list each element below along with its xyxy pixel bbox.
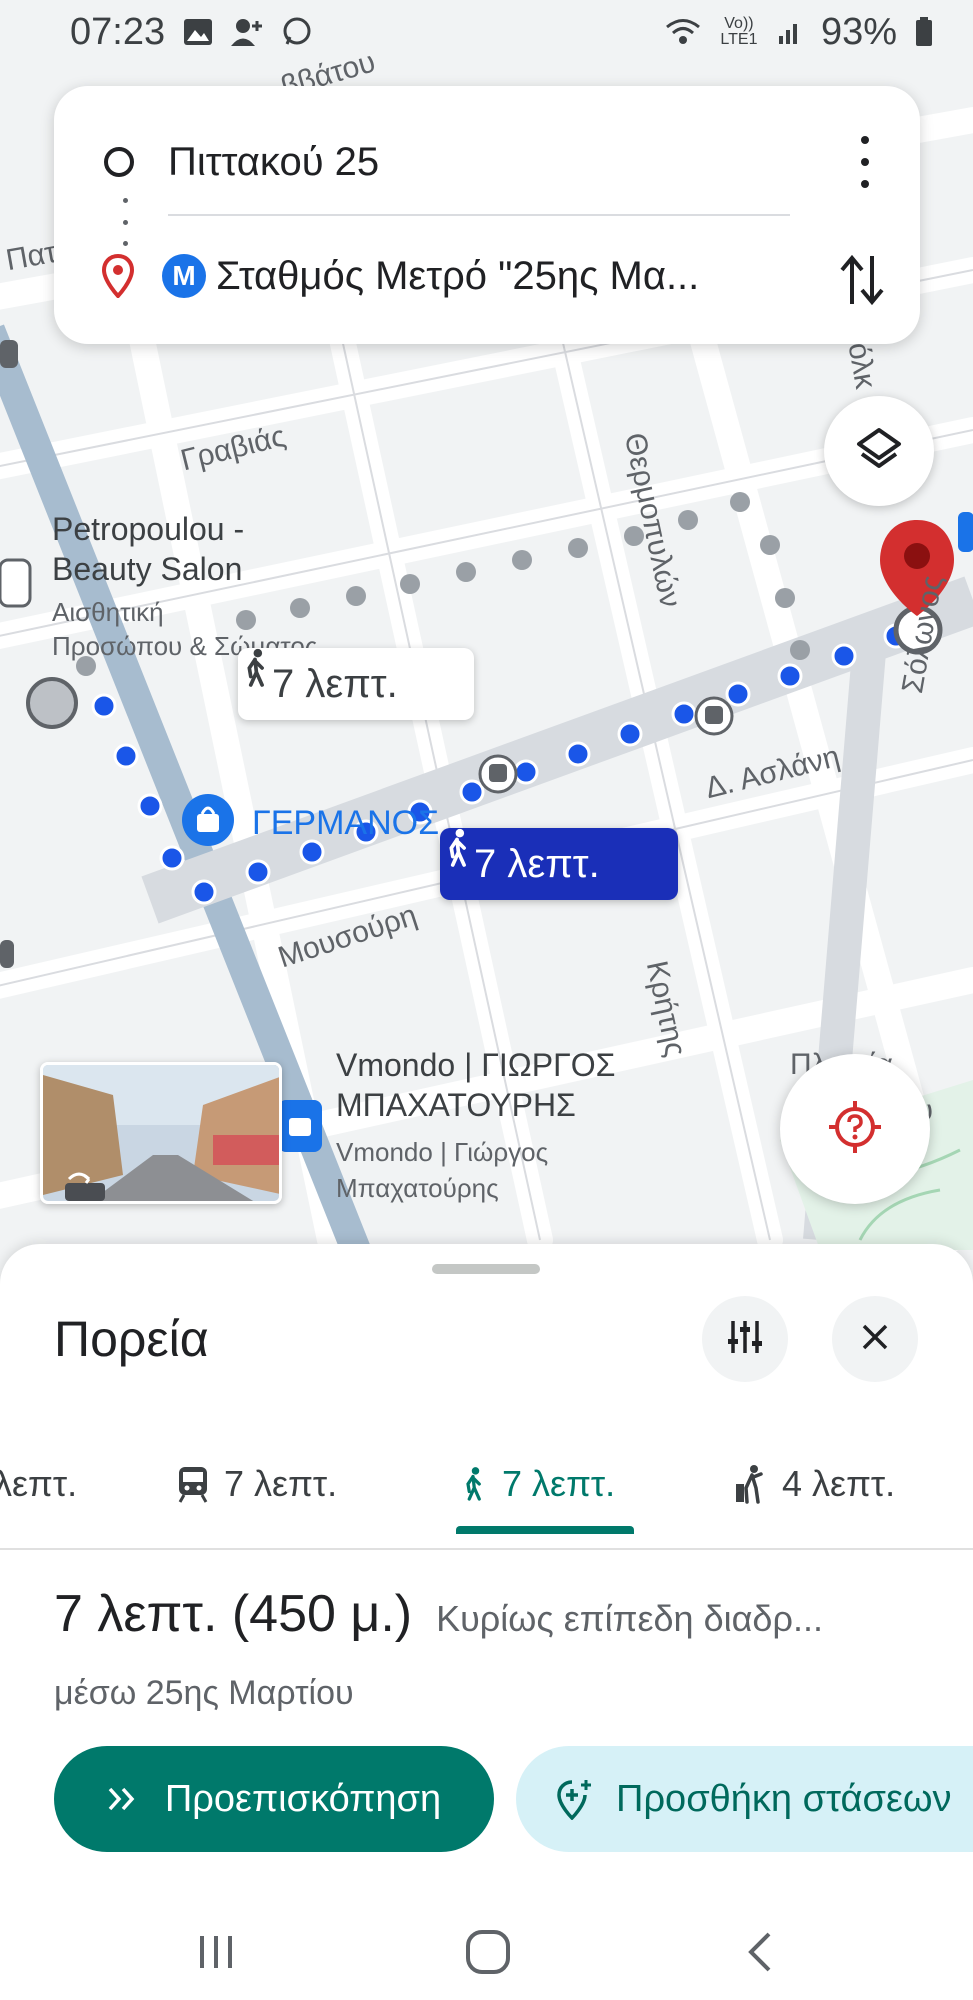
tab-ride-label: 4 λεπτ. <box>782 1463 896 1504</box>
network-label: Vo)) LTE1 <box>720 15 758 48</box>
ride-hail-icon <box>734 1464 768 1504</box>
gallery-icon <box>183 18 213 46</box>
main-route-time: 7 λεπτ. <box>474 841 600 886</box>
recent-apps-button[interactable] <box>186 1922 246 1982</box>
tabs-divider <box>0 1548 973 1550</box>
origin-text: Πιττακού 25 <box>168 139 380 184</box>
home-button[interactable] <box>458 1922 518 1982</box>
directions-card: Πιττακού 25 M Σταθμός Μετρό "25ης Μα... <box>54 86 920 344</box>
shopping-bag-icon <box>182 794 234 846</box>
status-time: 07:23 <box>70 10 166 53</box>
tab-transit-label: 7 λεπτ. <box>224 1463 338 1504</box>
more-options-button[interactable] <box>850 130 880 194</box>
alt-route-time: 7 λεπτ. <box>272 661 398 706</box>
directions-sheet: Πορεία λεπτ. 7 λεπτ. 7 λεπτ. 4 λεπτ. 7 λ… <box>0 1244 973 2000</box>
alt-route-callout[interactable]: 7 λεπτ. <box>238 648 474 720</box>
poi-vmondo-line1[interactable]: Vmondo | ΓΙΩΡΓΟΣ <box>336 1046 615 1084</box>
system-nav-bar <box>0 1904 973 2000</box>
preview-button[interactable]: Προεπισκόπηση <box>54 1746 494 1852</box>
status-bar: 07:23 Vo)) LTE1 93% <box>0 0 973 64</box>
signal-icon <box>777 18 803 46</box>
tab-walk-label: 7 λεπτ. <box>502 1463 616 1504</box>
bus-stop-icon <box>478 754 518 794</box>
street-view-thumbnail[interactable] <box>40 1062 282 1204</box>
add-stops-button[interactable]: Προσθήκη στάσεων <box>516 1746 973 1852</box>
poi-germanos[interactable]: ΓΕΡΜΑΝΟΣ <box>252 804 439 843</box>
add-stops-label: Προσθήκη στάσεων <box>616 1777 952 1820</box>
close-icon <box>859 1321 891 1358</box>
vmondo-bag-icon <box>278 1100 322 1152</box>
route-description: Κυρίως επίπεδη διαδρ... <box>436 1598 823 1639</box>
poi-vmondo-line2[interactable]: ΜΠΑΧΑΤΟΥΡΗΣ <box>336 1086 576 1124</box>
walk-icon <box>458 1464 488 1504</box>
swap-button[interactable] <box>834 250 890 310</box>
contact-add-icon <box>231 17 263 47</box>
active-tab-indicator <box>456 1526 634 1534</box>
tab-transit[interactable]: 7 λεπτ. <box>176 1434 337 1534</box>
tab-ride[interactable]: 4 λεπτ. <box>734 1434 895 1534</box>
destination-pin-small-icon <box>100 253 136 299</box>
battery-icon <box>915 17 933 47</box>
origin-marker <box>26 677 78 729</box>
destination-text: Σταθμός Μετρό "25ης Μα... <box>216 253 700 298</box>
sliders-icon <box>725 1317 765 1362</box>
wifi-icon <box>665 18 701 46</box>
origin-field[interactable]: Πιττακού 25 <box>104 124 860 200</box>
tab-car-label: λεπτ. <box>0 1463 78 1504</box>
route-via: μέσω 25ης Μαρτίου <box>54 1674 354 1712</box>
poi-vmondo-sub2: Μπαχατούρης <box>336 1173 499 1203</box>
whatsapp-icon <box>281 16 313 48</box>
main-route-callout[interactable]: 7 λεπτ. <box>440 828 678 900</box>
layers-button[interactable] <box>824 396 934 506</box>
double-chevron-icon <box>107 1786 137 1812</box>
location-unknown-icon <box>825 1097 885 1162</box>
train-icon <box>176 1465 210 1503</box>
back-button[interactable] <box>730 1922 790 1982</box>
metro-icon: M <box>162 254 206 298</box>
poi-salon-line2[interactable]: Beauty Salon <box>52 550 242 588</box>
route-options-button[interactable] <box>702 1296 788 1382</box>
tab-car[interactable]: λεπτ. <box>0 1434 77 1534</box>
battery-percent: 93% <box>820 10 897 53</box>
route-duration-distance: 7 λεπτ. (450 μ.) <box>54 1585 413 1643</box>
my-location-button[interactable] <box>780 1054 930 1204</box>
preview-label: Προεπισκόπηση <box>164 1777 442 1820</box>
add-place-icon <box>556 1778 592 1820</box>
poi-salon-sub1: Αισθητική <box>52 597 164 627</box>
route-summary[interactable]: 7 λεπτ. (450 μ.) Κυρίως επίπεδη διαδρ... <box>54 1584 823 1644</box>
layers-icon <box>854 424 904 479</box>
field-divider <box>168 214 790 216</box>
poi-vmondo-sub1: Vmondo | Γιώργος <box>336 1137 549 1167</box>
sheet-title: Πορεία <box>54 1311 209 1367</box>
destination-field[interactable]: M Σταθμός Μετρό "25ης Μα... <box>100 236 790 316</box>
origin-circle-icon <box>104 147 134 177</box>
tab-walk[interactable]: 7 λεπτ. <box>458 1434 615 1534</box>
travel-mode-tabs: λεπτ. 7 λεπτ. 7 λεπτ. 4 λεπτ. <box>0 1434 973 1546</box>
poi-salon-line1[interactable]: Petropoulou - <box>52 510 244 548</box>
close-button[interactable] <box>832 1296 918 1382</box>
bus-stop-icon-2 <box>694 696 734 736</box>
drag-handle[interactable] <box>432 1264 540 1274</box>
street-view-icon <box>63 1161 95 1193</box>
